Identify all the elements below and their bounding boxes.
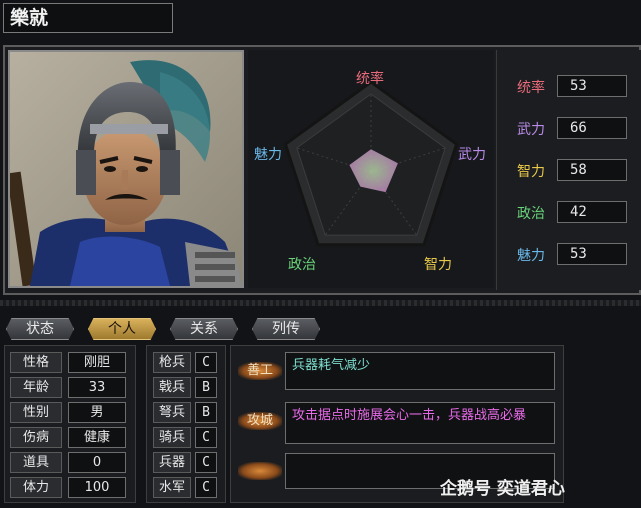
radar-label-war: 武力 [458, 147, 486, 163]
watermark-text: 企鹅号 奕道君心 [440, 479, 565, 499]
officer-name: 樂就 [3, 3, 173, 33]
attribute-radar-chart: 统率 武力 智力 政治 魅力 [248, 50, 494, 288]
troop-grade: B [195, 377, 217, 398]
tab-biography[interactable]: 列传 [252, 318, 320, 340]
troop-label: 戟兵 [153, 377, 191, 398]
attr-value: 健康 [68, 427, 126, 448]
troop-grade: C [195, 427, 217, 448]
stat-label: 政治 [517, 206, 545, 222]
troop-label: 弩兵 [153, 402, 191, 423]
troop-label: 枪兵 [153, 352, 191, 373]
stat-value: 58 [557, 159, 627, 181]
attr-label: 体力 [10, 477, 62, 498]
portrait-illustration [10, 52, 242, 286]
stat-label: 魅力 [517, 248, 545, 264]
radar-label-chr: 魅力 [254, 147, 282, 163]
skill-badge-empty[interactable] [238, 462, 282, 480]
attr-value: 0 [68, 452, 126, 473]
stats-panel: 统率 53 武力 66 智力 58 政治 42 魅力 53 [496, 50, 641, 290]
troop-grade: C [195, 452, 217, 473]
attr-value: 100 [68, 477, 126, 498]
tab-personal[interactable]: 个人 [88, 318, 156, 340]
officer-portrait [8, 50, 244, 288]
troop-label: 骑兵 [153, 427, 191, 448]
stat-label: 统率 [517, 80, 545, 96]
troop-grade: C [195, 477, 217, 498]
stat-value: 53 [557, 243, 627, 265]
attr-value: 刚胆 [68, 352, 126, 373]
tab-status[interactable]: 状态 [6, 318, 74, 340]
skill-description: 攻击据点时施展会心一击，兵器战高必暴 [285, 402, 555, 444]
stat-label: 智力 [517, 164, 545, 180]
troop-label: 兵器 [153, 452, 191, 473]
troop-label: 水军 [153, 477, 191, 498]
radar-label-intel: 智力 [424, 257, 452, 273]
attr-value: 男 [68, 402, 126, 423]
troop-grade: B [195, 402, 217, 423]
stat-value: 66 [557, 117, 627, 139]
skill-badge[interactable]: 善工 [238, 362, 282, 380]
stat-label: 武力 [517, 122, 545, 138]
section-divider [0, 300, 641, 306]
troop-grade: C [195, 352, 217, 373]
attr-label: 性别 [10, 402, 62, 423]
attr-label: 伤病 [10, 427, 62, 448]
tab-relations[interactable]: 关系 [170, 318, 238, 340]
attr-label: 性格 [10, 352, 62, 373]
attr-label: 年龄 [10, 377, 62, 398]
stat-value: 42 [557, 201, 627, 223]
radar-label-lead: 统率 [356, 71, 384, 87]
skill-badge[interactable]: 攻城 [238, 412, 282, 430]
radar-label-pol: 政治 [288, 257, 316, 273]
attr-label: 道具 [10, 452, 62, 473]
skill-description: 兵器耗气减少 [285, 352, 555, 390]
attr-value: 33 [68, 377, 126, 398]
stat-value: 53 [557, 75, 627, 97]
